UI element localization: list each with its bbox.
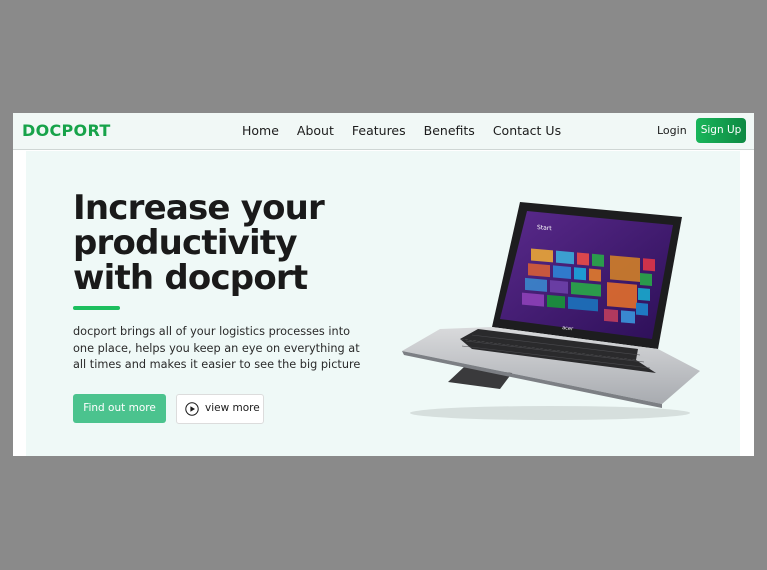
nav-link-benefits[interactable]: Benefits — [424, 123, 475, 138]
nav-link-about[interactable]: About — [297, 123, 334, 138]
view-more-button[interactable]: view more — [176, 394, 264, 424]
brand-logo[interactable]: DOCPORT — [22, 121, 111, 140]
browser-viewport: DOCPORT Home About Features Benefits Con… — [13, 113, 754, 456]
signup-button[interactable]: Sign Up — [696, 118, 746, 143]
view-more-label: view more — [205, 402, 260, 414]
navbar: DOCPORT Home About Features Benefits Con… — [13, 113, 754, 150]
nav-link-features[interactable]: Features — [352, 123, 406, 138]
hero-description: docport brings all of your logistics pro… — [73, 325, 361, 371]
nav-link-contact-us[interactable]: Contact Us — [493, 123, 561, 138]
hero-headline: Increase your productivity with docport — [73, 188, 325, 298]
accent-underline — [73, 306, 120, 310]
laptop-image: Start acer — [402, 202, 700, 420]
play-circle-icon — [185, 402, 199, 416]
find-out-more-button[interactable]: Find out more — [73, 394, 166, 423]
nav-links: Home About Features Benefits Contact Us — [242, 123, 561, 138]
login-link[interactable]: Login — [657, 124, 687, 137]
hero-section: Increase your productivity with docport … — [26, 151, 740, 456]
laptop-screen-label: Start — [537, 224, 552, 232]
nav-link-home[interactable]: Home — [242, 123, 279, 138]
